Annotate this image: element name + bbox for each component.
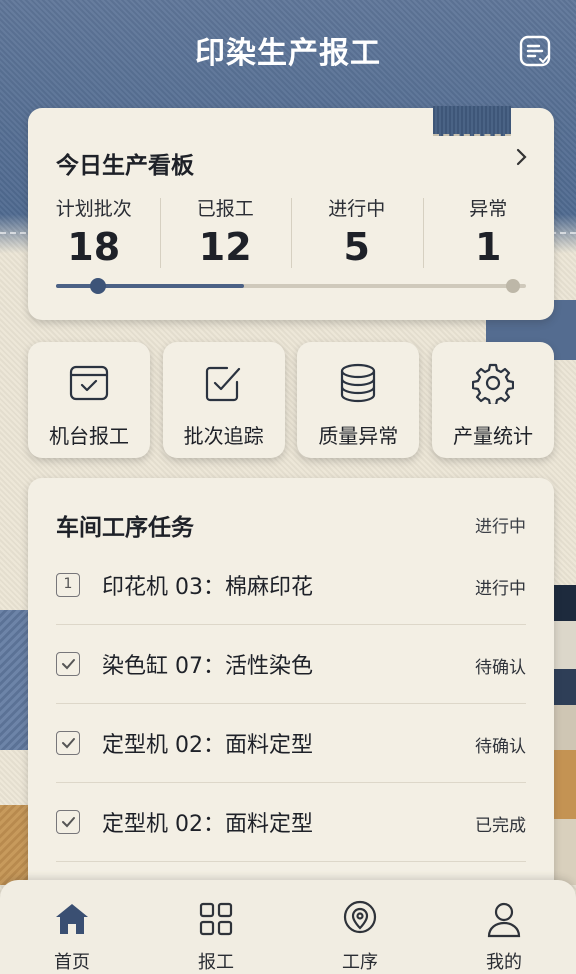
tab-mine[interactable]: 我的 [432,880,576,974]
progress-marker [90,278,106,294]
action-label: 批次追踪 [183,424,264,448]
doc-list-icon[interactable] [518,34,552,68]
quality-issue-button[interactable]: 质量异常 [297,342,420,458]
fabric-swatch [552,585,576,885]
stat-value: 12 [198,225,252,269]
task-row[interactable]: 染色缸 07：活性染色 待确认 [56,625,526,704]
location-pin-icon [343,900,377,934]
progress-bar [56,278,526,294]
output-stats-button[interactable]: 产量统计 [431,342,554,458]
action-label: 质量异常 [318,424,399,448]
stat-label: 计划批次 [55,198,132,220]
tab-label: 工序 [342,952,378,973]
machine-report-button[interactable]: 机台报工 [28,342,150,458]
stat-planned: 计划批次 18 [28,194,160,274]
task-name: 定型机 02：面料定型 [102,812,313,837]
stat-label: 已报工 [196,198,254,220]
stat-reported: 已报工 12 [159,194,292,274]
tab-label: 首页 [54,952,90,973]
task-row[interactable]: 1 印花机 03：棉麻印花 进行中 [56,546,526,625]
quick-actions: 机台报工 批次追踪 质量异常 产量统计 [28,342,554,460]
stat-abnormal: 异常 1 [422,194,555,274]
action-label: 产量统计 [452,424,533,448]
machine-report-icon [69,365,109,401]
bottom-tab-bar: 首页 报工 工序 我的 [0,880,576,974]
checkbox-checked-icon[interactable] [56,810,80,834]
grid-icon [199,902,233,936]
home-icon [56,904,88,934]
tasks-filter-status[interactable]: 进行中 [475,512,526,537]
task-status: 进行中 [475,579,526,599]
task-name: 染色缸 07：活性染色 [102,654,313,679]
task-index-badge: 1 [56,573,80,597]
database-icon [341,363,376,403]
task-status: 待确认 [475,658,526,678]
user-icon [487,902,521,938]
task-status: 已完成 [475,816,526,836]
task-row[interactable]: 定型机 02：面料定型 待确认 [56,704,526,783]
stat-value: 1 [475,225,502,269]
gear-icon [471,363,514,404]
dashboard-title: 今日生产看板 [56,153,194,179]
task-row[interactable]: 定型机 02：面料定型 已完成 [56,783,526,862]
action-label: 机台报工 [49,424,129,448]
tab-report[interactable]: 报工 [144,880,288,974]
stat-in-progress: 进行中 5 [291,194,423,274]
stat-value: 5 [343,225,370,269]
stats-row: 计划批次 18 已报工 12 进行中 5 异常 1 [28,194,554,274]
app-header: 印染生产报工 [0,0,576,100]
task-name: 印花机 03：棉麻印花 [102,575,313,600]
checkbox-checked-icon[interactable] [56,731,80,755]
tasks-title: 车间工序任务 [56,515,194,541]
batch-tracking-button[interactable]: 批次追踪 [162,342,285,458]
stat-label: 异常 [469,198,508,220]
tab-process[interactable]: 工序 [288,880,432,974]
chevron-right-icon[interactable] [510,146,532,168]
checklist-icon [205,366,240,402]
workshop-tasks-card: 车间工序任务 进行中 1 印花机 03：棉麻印花 进行中 染色缸 07：活性染色… [28,478,554,898]
tab-label: 我的 [486,952,522,973]
task-name: 定型机 02：面料定型 [102,733,313,758]
progress-fill [56,284,244,288]
fabric-swatch [433,106,511,136]
stat-value: 18 [67,225,121,269]
progress-end-marker [506,279,520,293]
production-dashboard-card[interactable]: 今日生产看板 计划批次 18 已报工 12 进行中 5 异常 1 [28,108,554,320]
tab-label: 报工 [198,952,234,973]
checkbox-checked-icon[interactable] [56,652,80,676]
page-title: 印染生产报工 [195,36,381,71]
task-status: 待确认 [475,737,526,757]
stat-label: 进行中 [328,198,386,220]
tab-home[interactable]: 首页 [0,880,144,974]
